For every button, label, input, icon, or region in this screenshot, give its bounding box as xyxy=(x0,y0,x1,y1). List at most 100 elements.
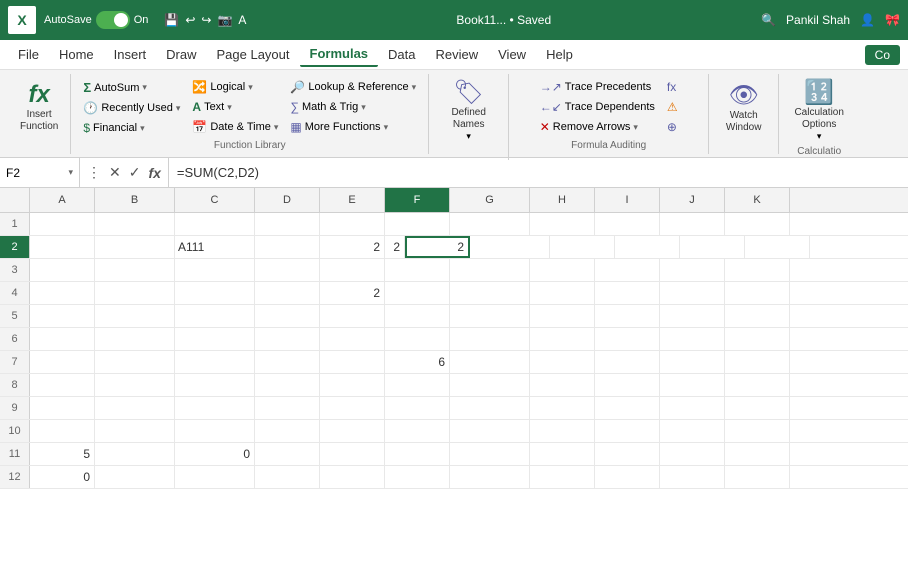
cell-g1[interactable] xyxy=(450,213,530,235)
col-header-h[interactable]: H xyxy=(530,188,595,212)
cell-c6[interactable] xyxy=(175,328,255,350)
cell-k3[interactable] xyxy=(725,259,790,281)
cell-c7[interactable] xyxy=(175,351,255,373)
cell-i1[interactable] xyxy=(595,213,660,235)
cell-d7[interactable] xyxy=(255,351,320,373)
cell-e9[interactable] xyxy=(320,397,385,419)
menu-draw[interactable]: Draw xyxy=(156,43,206,66)
cell-a5[interactable] xyxy=(30,305,95,327)
col-header-j[interactable]: J xyxy=(660,188,725,212)
col-header-c[interactable]: C xyxy=(175,188,255,212)
cell-f3[interactable] xyxy=(385,259,450,281)
cell-reference-box[interactable]: F2 ▾ xyxy=(0,158,80,187)
cell-j1[interactable] xyxy=(660,213,725,235)
cell-ref-dropdown-icon[interactable]: ▾ xyxy=(68,167,73,178)
cell-c4[interactable] xyxy=(175,282,255,304)
cell-g9[interactable] xyxy=(450,397,530,419)
cell-d6[interactable] xyxy=(255,328,320,350)
cell-k6[interactable] xyxy=(725,328,790,350)
menu-file[interactable]: File xyxy=(8,43,49,66)
recently-used-button[interactable]: 🕐 Recently Used ▾ xyxy=(79,99,184,117)
ribbon-icon[interactable]: 🎀 xyxy=(885,13,900,27)
cell-i4[interactable] xyxy=(595,282,660,304)
cell-a11[interactable]: 5 xyxy=(30,443,95,465)
formula-fx-icon[interactable]: fx xyxy=(145,165,163,181)
cell-f11[interactable] xyxy=(385,443,450,465)
remove-arrows-button[interactable]: ✕ Remove Arrows ▾ xyxy=(536,118,659,136)
logical-button[interactable]: 🔀 Logical ▾ xyxy=(188,78,282,96)
cell-a4[interactable] xyxy=(30,282,95,304)
cell-e7[interactable] xyxy=(320,351,385,373)
cell-a3[interactable] xyxy=(30,259,95,281)
math-button[interactable]: ∑ Math & Trig ▾ xyxy=(286,98,420,116)
cell-f12[interactable] xyxy=(385,466,450,488)
redo-icon[interactable]: ↪ xyxy=(201,13,211,27)
cell-k11[interactable] xyxy=(725,443,790,465)
defined-names-button[interactable]: 🏷 DefinedNames ▾ xyxy=(447,74,489,146)
cell-d10[interactable] xyxy=(255,420,320,442)
cell-d1[interactable] xyxy=(255,213,320,235)
cell-g12[interactable] xyxy=(450,466,530,488)
cell-b3[interactable] xyxy=(95,259,175,281)
cell-b12[interactable] xyxy=(95,466,175,488)
menu-formulas[interactable]: Formulas xyxy=(300,42,379,67)
cell-j8[interactable] xyxy=(660,374,725,396)
cell-b2[interactable] xyxy=(95,236,175,258)
cell-k12[interactable] xyxy=(725,466,790,488)
cell-g10[interactable] xyxy=(450,420,530,442)
cell-i5[interactable] xyxy=(595,305,660,327)
cell-i6[interactable] xyxy=(595,328,660,350)
cell-e6[interactable] xyxy=(320,328,385,350)
cell-g8[interactable] xyxy=(450,374,530,396)
cell-c5[interactable] xyxy=(175,305,255,327)
cell-b8[interactable] xyxy=(95,374,175,396)
calculation-options-button[interactable]: 🔢 CalculationOptions ▾ xyxy=(790,74,847,146)
font-color-icon[interactable]: A xyxy=(238,13,246,27)
cell-h8[interactable] xyxy=(530,374,595,396)
cell-h9[interactable] xyxy=(530,397,595,419)
undo-icon[interactable]: ↩ xyxy=(185,13,195,27)
cell-c9[interactable] xyxy=(175,397,255,419)
cell-f2[interactable]: 2 xyxy=(405,236,470,258)
cell-j2[interactable] xyxy=(680,236,745,258)
cell-c2[interactable]: A111 xyxy=(175,236,255,258)
autosave-toggle[interactable]: AutoSave On xyxy=(44,11,148,29)
insert-function-button[interactable]: fx InsertFunction xyxy=(16,77,62,137)
cell-i11[interactable] xyxy=(595,443,660,465)
cell-k2[interactable] xyxy=(745,236,810,258)
cell-a1[interactable] xyxy=(30,213,95,235)
cell-h2[interactable] xyxy=(550,236,615,258)
cell-k1[interactable] xyxy=(725,213,790,235)
cell-g6[interactable] xyxy=(450,328,530,350)
cell-j12[interactable] xyxy=(660,466,725,488)
menu-review[interactable]: Review xyxy=(426,43,489,66)
cell-a6[interactable] xyxy=(30,328,95,350)
cell-e11[interactable] xyxy=(320,443,385,465)
cell-g5[interactable] xyxy=(450,305,530,327)
cell-b10[interactable] xyxy=(95,420,175,442)
cell-k9[interactable] xyxy=(725,397,790,419)
formula-cancel-icon[interactable]: ✕ xyxy=(106,164,124,181)
cell-f7[interactable]: 6 xyxy=(385,351,450,373)
cell-d12[interactable] xyxy=(255,466,320,488)
cell-i10[interactable] xyxy=(595,420,660,442)
cell-b9[interactable] xyxy=(95,397,175,419)
evaluate-formula-button[interactable]: ⊕ xyxy=(663,118,682,136)
user-avatar[interactable]: 👤 xyxy=(860,13,875,27)
cell-b7[interactable] xyxy=(95,351,175,373)
cell-j4[interactable] xyxy=(660,282,725,304)
cell-c1[interactable] xyxy=(175,213,255,235)
menu-view[interactable]: View xyxy=(488,43,536,66)
cell-b11[interactable] xyxy=(95,443,175,465)
cell-i12[interactable] xyxy=(595,466,660,488)
cell-b4[interactable] xyxy=(95,282,175,304)
show-formulas-button[interactable]: fx xyxy=(663,78,682,96)
cell-e12[interactable] xyxy=(320,466,385,488)
cell-c8[interactable] xyxy=(175,374,255,396)
cell-f1[interactable] xyxy=(385,213,450,235)
col-header-i[interactable]: I xyxy=(595,188,660,212)
cell-d9[interactable] xyxy=(255,397,320,419)
co-button[interactable]: Co xyxy=(865,45,900,65)
cell-j10[interactable] xyxy=(660,420,725,442)
cell-j11[interactable] xyxy=(660,443,725,465)
